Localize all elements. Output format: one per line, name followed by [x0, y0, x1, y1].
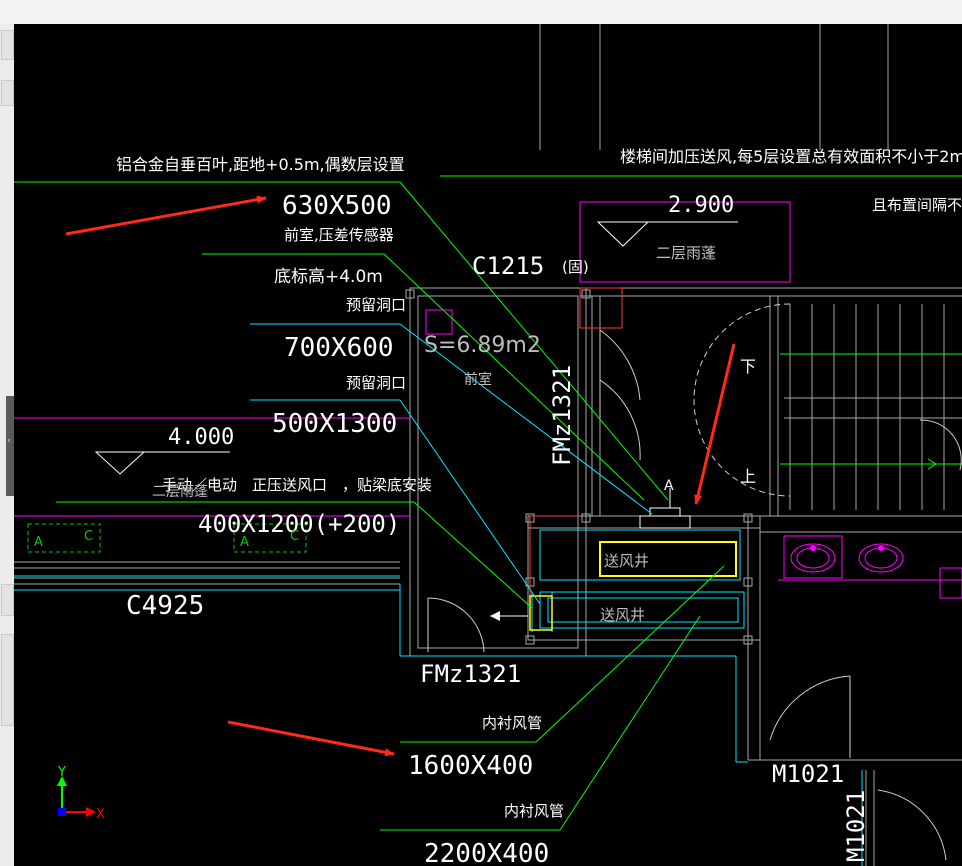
shaft-lower-label: 送风井	[600, 606, 645, 624]
collapse-panel-button[interactable]: ‹	[6, 396, 14, 496]
stair-pressure-note: 楼梯间加压送风,每5层设置总有效面积不小于2m2的	[620, 147, 962, 166]
door-m1021: M1021	[772, 760, 844, 788]
window-c1215: C1215	[472, 252, 544, 280]
tag-c-left: C	[84, 529, 93, 544]
cyan-duct	[14, 529, 863, 866]
canopy-right: 二层雨蓬	[656, 244, 716, 262]
reserved-opening-label-2: 预留洞口	[346, 374, 406, 392]
section-vent-block	[639, 488, 691, 529]
opening-size-1: 700X600	[284, 333, 394, 363]
level-left: 4.000	[168, 425, 234, 450]
stair-direction-arrow	[912, 458, 937, 470]
ucs-axis-icon: Y X	[57, 765, 105, 822]
canopy-left: 二层雨蓬	[152, 484, 208, 500]
side-tab-4[interactable]	[1, 634, 14, 726]
stair-treads	[784, 304, 962, 510]
side-tab-1[interactable]	[1, 30, 14, 60]
sink-right-icon	[878, 545, 884, 551]
louver-note: 铝合金自垂百叶,距地+0.5m,偶数层设置	[116, 155, 405, 174]
duct-note-1: 内衬风管	[482, 714, 542, 732]
sensor-note: 前室,压差传感器	[284, 226, 394, 244]
door-vertical-label: FMz1321	[548, 365, 576, 466]
duct-note-2: 内衬风管	[504, 802, 564, 820]
opening-size-2: 500X1300	[272, 409, 397, 439]
room-label: 前室	[464, 371, 492, 388]
duct-size-1: 1600X400	[408, 751, 533, 781]
area-label: S=6.89m2	[424, 333, 541, 358]
door-m1021-vertical: M1021	[842, 790, 870, 862]
reserved-opening-label-1: 预留洞口	[346, 296, 406, 314]
door-bottom-label: FMz1321	[420, 660, 521, 688]
chevron-left-icon: ‹	[7, 436, 11, 446]
vent-size: 400X1200(+200)	[198, 510, 400, 538]
vent-arrowhead-icon	[490, 611, 500, 621]
tag-a-right: A	[240, 535, 249, 550]
stair-down-label: 下	[740, 357, 756, 376]
level-right: 2.900	[668, 193, 734, 218]
bottom-elevation: 底标高+4.0m	[274, 267, 383, 287]
tag-c-right: C	[290, 529, 299, 544]
cad-drawing-canvas[interactable]: 铝合金自垂百叶,距地+0.5m,偶数层设置 630X500 前室,压差传感器 底…	[14, 24, 962, 866]
duct-size-2: 2200X400	[424, 839, 549, 866]
side-tab-2[interactable]	[1, 80, 14, 106]
top-toolbar-strip	[0, 0, 962, 25]
tag-a-left: A	[34, 535, 43, 550]
window-c1215-tag: (固)	[562, 258, 589, 276]
window-c4925: C4925	[126, 591, 204, 621]
ucs-x-label: X	[96, 807, 105, 822]
vent-grille	[529, 595, 553, 631]
stair-pressure-note-2: 且布置间隔不大	[872, 196, 962, 214]
stair-up-label: 上	[740, 467, 756, 486]
side-tab-3[interactable]	[1, 584, 14, 616]
shaft-upper-label: 送风井	[604, 552, 649, 570]
section-mark: A	[664, 478, 674, 494]
sink-left-icon	[810, 545, 816, 551]
ucs-y-label: Y	[57, 765, 66, 780]
louver-size: 630X500	[282, 191, 392, 221]
cad-drawing: 铝合金自垂百叶,距地+0.5m,偶数层设置 630X500 前室,压差传感器 底…	[14, 24, 962, 866]
